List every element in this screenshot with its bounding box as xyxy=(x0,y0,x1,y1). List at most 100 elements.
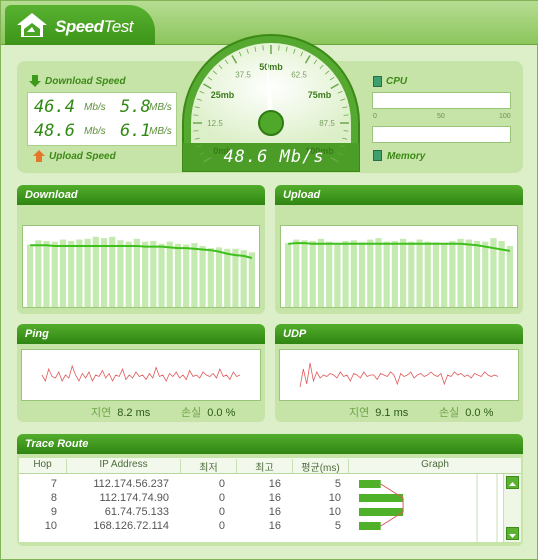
chart-bar xyxy=(125,241,132,307)
trace-scrollbar[interactable] xyxy=(503,474,521,542)
ping-loss: 손실 0.0 % xyxy=(181,404,235,420)
udp-loss: 손실 0.0 % xyxy=(439,404,493,420)
trace-graph-svg xyxy=(359,474,498,542)
chart-series-line xyxy=(41,364,241,383)
udp-loss-value: 0.0 % xyxy=(465,407,494,419)
udp-chart-svg xyxy=(299,362,499,388)
chart-bar xyxy=(482,241,489,307)
memory-usage-bar xyxy=(372,126,511,143)
house-logo-icon xyxy=(17,13,47,37)
chart-bar xyxy=(76,239,83,307)
trace-route-title: Trace Route xyxy=(25,438,89,450)
gauge-tick-label: 25mb xyxy=(211,90,235,100)
download-mbps: 46.4 xyxy=(34,97,75,117)
download-mBps: 5.8 xyxy=(120,97,151,117)
udp-loss-label: 손실 xyxy=(439,407,460,419)
col-avg[interactable]: 평균(ms) xyxy=(293,459,349,474)
upload-panel-header: Upload xyxy=(275,185,523,205)
chart-bar xyxy=(199,245,206,307)
app-title-light: Test xyxy=(103,17,134,36)
udp-panel-title: UDP xyxy=(283,328,307,340)
download-chart xyxy=(22,225,260,308)
upload-mbps: 48.6 xyxy=(34,121,75,141)
trace-cell-avg: 5 xyxy=(334,520,341,532)
chart-bar xyxy=(473,240,481,307)
trace-graph-bar xyxy=(359,480,381,488)
scroll-up-button[interactable] xyxy=(506,476,519,489)
download-chart-svg xyxy=(27,236,255,307)
trace-table-header: Hop IP Address 최저 최고 평균(ms) Graph xyxy=(19,458,521,474)
chart-bar xyxy=(432,242,440,307)
title-tab: SpeedTest xyxy=(5,5,155,45)
download-panel-header: Download xyxy=(17,185,265,205)
col-ip-address[interactable]: IP Address xyxy=(67,459,181,473)
ping-latency-value: 8.2 ms xyxy=(117,407,151,419)
chart-bar xyxy=(92,236,99,307)
chart-bar xyxy=(457,238,464,307)
chart-bar xyxy=(183,244,190,307)
download-mbps-unit: Mb/s xyxy=(84,102,106,113)
chart-bar xyxy=(51,241,58,307)
chart-bar xyxy=(166,241,173,307)
udp-chart xyxy=(279,349,519,401)
chart-bar xyxy=(207,248,214,307)
trace-cell-avg: 10 xyxy=(328,506,341,518)
gauge-tick-label: 12.5 xyxy=(207,119,223,128)
chart-bar xyxy=(342,240,349,307)
chart-bar xyxy=(142,241,149,307)
chart-bar xyxy=(408,241,415,307)
col-min[interactable]: 최저 xyxy=(181,459,237,474)
chart-bar xyxy=(59,239,67,307)
chart-bar xyxy=(232,248,239,307)
chart-bar xyxy=(465,239,472,307)
trace-cell-avg: 10 xyxy=(328,492,341,504)
gauge-tick-label: 62.5 xyxy=(291,71,307,80)
ping-loss-label: 손실 xyxy=(181,407,202,419)
chart-bar xyxy=(109,236,116,307)
upload-mBps-unit: MB/s xyxy=(149,126,172,137)
gauge-tick xyxy=(193,130,199,132)
chart-bar xyxy=(35,240,42,307)
chart-bar xyxy=(293,239,300,307)
cpu-usage-bar xyxy=(372,92,511,109)
chart-bar xyxy=(191,243,198,307)
chart-bar xyxy=(400,238,407,307)
chart-series-line xyxy=(299,362,499,388)
gauge-tick xyxy=(193,114,199,116)
chart-bar xyxy=(449,240,456,307)
upload-panel-title: Upload xyxy=(283,189,321,201)
udp-panel-header: UDP xyxy=(275,324,523,344)
chart-bar xyxy=(158,243,165,307)
chart-bar xyxy=(150,240,157,307)
ping-latency: 지연 8.2 ms xyxy=(91,404,150,420)
udp-latency-value: 9.1 ms xyxy=(375,407,409,419)
gauge-tick xyxy=(278,45,280,51)
download-speed-label: Download Speed xyxy=(45,76,126,87)
speedtest-window: SpeedTest Download Speed 46.4 Mb/s 5.8 M… xyxy=(0,0,538,560)
chart-bar xyxy=(117,240,124,307)
ping-panel-title: Ping xyxy=(25,328,49,340)
gauge-readout: 48.6 Mb/s xyxy=(223,147,325,167)
chart-bar xyxy=(350,240,357,307)
gauge-tick xyxy=(262,45,264,51)
trace-route-header: Trace Route xyxy=(17,434,523,454)
speed-readout-box: 46.4 Mb/s 5.8 MB/s 48.6 Mb/s 6.1 MB/s xyxy=(27,92,177,146)
chart-bar xyxy=(100,238,108,307)
chart-bar xyxy=(240,250,247,307)
scale-min: 0 xyxy=(373,113,377,120)
chart-bar xyxy=(383,241,390,307)
chart-bar xyxy=(416,239,423,307)
app-title-bold: Speed xyxy=(55,17,104,36)
memory-icon xyxy=(373,150,382,161)
col-max[interactable]: 최고 xyxy=(237,459,293,474)
ping-panel: Ping 지연 8.2 ms 손실 0.0 % xyxy=(17,324,265,422)
col-hop[interactable]: Hop xyxy=(19,459,67,473)
gauge-hub xyxy=(258,110,284,136)
scroll-down-button[interactable] xyxy=(506,527,519,540)
chart-bar xyxy=(506,245,513,307)
chart-bar xyxy=(285,243,292,307)
upload-speed-label: Upload Speed xyxy=(49,151,116,162)
col-graph[interactable]: Graph xyxy=(349,459,521,473)
chart-bar xyxy=(174,243,182,307)
udp-panel: UDP 지연 9.1 ms 손실 0.0 % xyxy=(275,324,523,422)
